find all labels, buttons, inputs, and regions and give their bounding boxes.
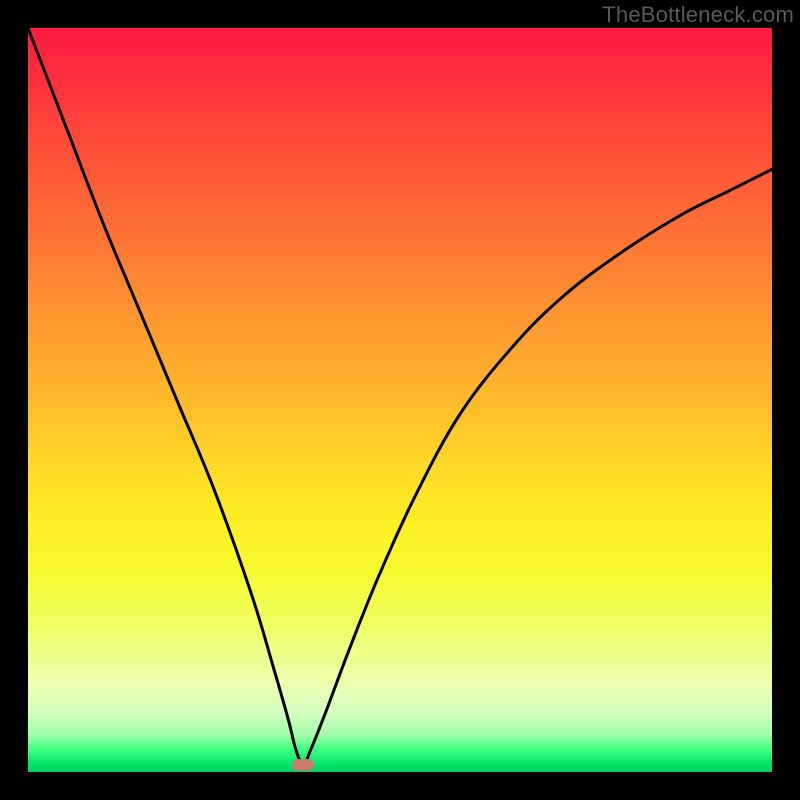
plot-area [28, 28, 772, 772]
chart-frame: TheBottleneck.com [0, 0, 800, 800]
curve-svg [28, 28, 772, 772]
bottleneck-curve-path [28, 28, 772, 765]
watermark-text: TheBottleneck.com [602, 2, 794, 28]
minimum-marker [292, 759, 314, 771]
